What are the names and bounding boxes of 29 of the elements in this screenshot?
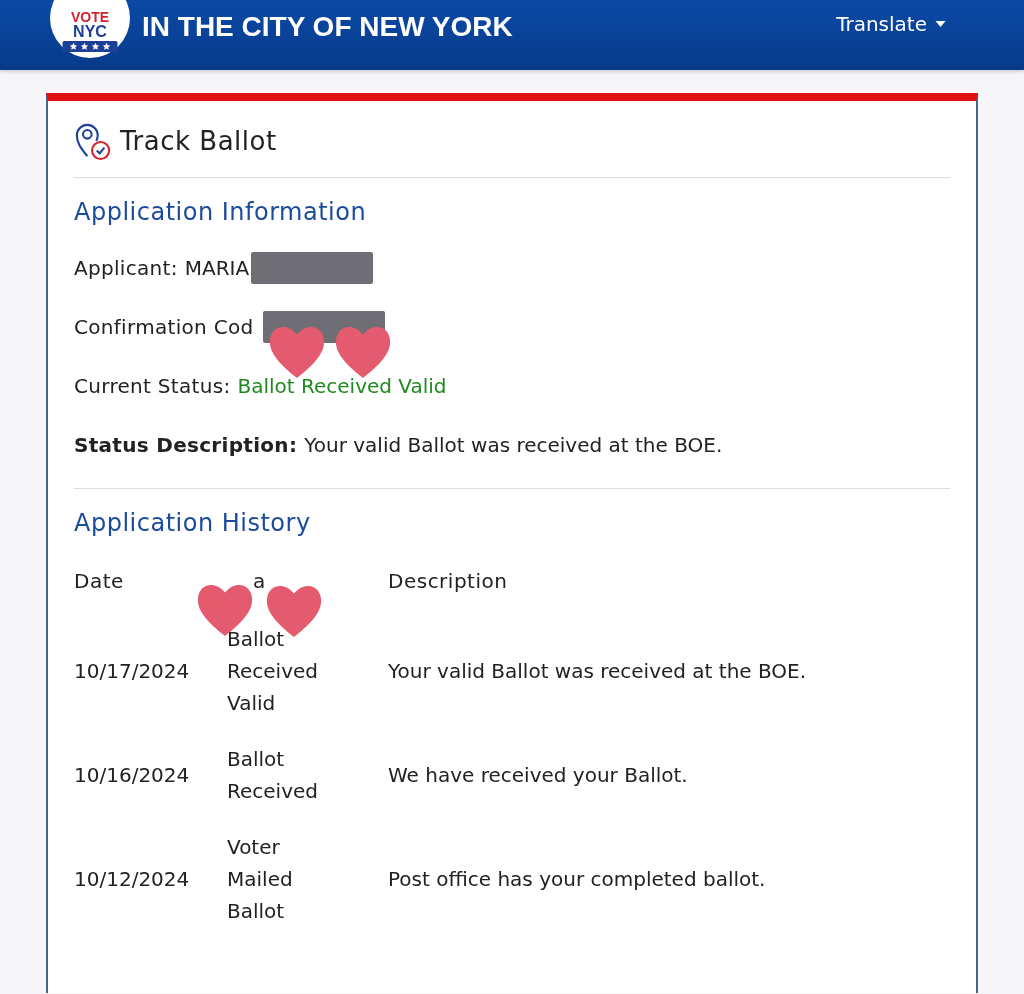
column-header: Date xyxy=(74,568,125,595)
table-cell-text: We have received your Ballot. xyxy=(388,762,689,789)
field-value: MARIA xyxy=(184,256,250,280)
translate-menu[interactable]: Translate xyxy=(836,12,946,36)
logo-text: NYC xyxy=(73,24,107,39)
table-cell-text: 10/17/2024 xyxy=(74,658,191,685)
section-heading: Application Information xyxy=(74,198,368,226)
header-title: IN THE CITY OF NEW YORK xyxy=(142,12,513,42)
location-check-icon xyxy=(74,121,112,161)
table-cell-text: Post office has your completed ballot. xyxy=(388,866,767,893)
table-cell-text: 10/16/2024 xyxy=(74,762,191,789)
column-header: a xyxy=(252,568,267,595)
caret-icon xyxy=(935,21,946,27)
field-label: Current Status: xyxy=(74,374,231,398)
star-band-icon xyxy=(62,41,118,52)
field-label: Applicant: xyxy=(74,256,178,280)
field-value: Your valid Ballot was received at the BOE. xyxy=(304,433,723,457)
table-cell-text: Ballot Received xyxy=(227,746,319,805)
field-label: Status Description: xyxy=(74,433,298,457)
table-cell-text: Voter Mailed Ballot xyxy=(227,834,294,925)
table-cell-text: 10/12/2024 xyxy=(74,866,191,893)
page-title: Track Ballot xyxy=(120,126,277,156)
column-header: Description xyxy=(388,568,509,595)
table-cell-text: Your valid Ballot was received at the BOE. xyxy=(388,658,808,685)
table-cell-text: Ballot Received Valid xyxy=(227,626,319,717)
section-heading: Application History xyxy=(74,509,312,537)
field-label: Confirmation Cod xyxy=(74,315,254,339)
logo-text: VOTE xyxy=(70,10,110,24)
status-value: Ballot Received Valid xyxy=(237,374,447,398)
